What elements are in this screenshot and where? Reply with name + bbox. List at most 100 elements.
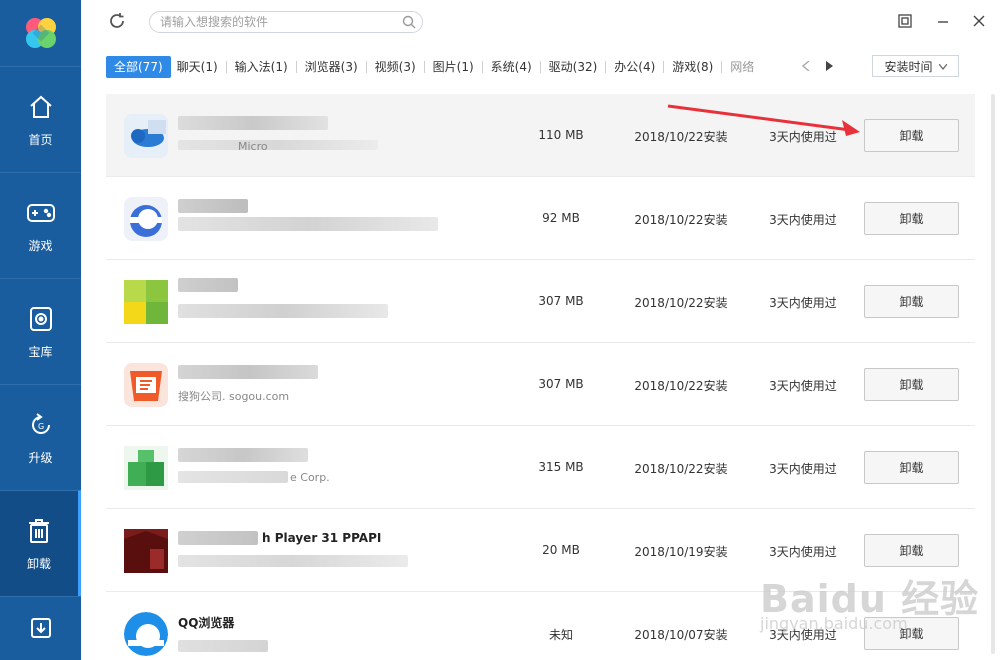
sidebar-download-button[interactable] [0, 596, 81, 660]
app-icon [124, 114, 168, 158]
sidebar-item-uninstall[interactable]: 卸载 [0, 490, 81, 596]
app-icon [124, 280, 168, 324]
list-item: 307 MB 2018/10/22安装 3天内使用过 卸载 [106, 260, 975, 343]
tab-driver[interactable]: 驱动(32) [543, 56, 604, 78]
download-icon [29, 616, 53, 643]
app-size: 307 MB [538, 377, 584, 391]
app-icon [124, 612, 168, 656]
list-item: 搜狗公司. sogou.com 307 MB 2018/10/22安装 3天内使… [106, 343, 975, 426]
sidebar-item-label: 首页 [28, 133, 53, 147]
app-size: 92 MB [542, 211, 580, 225]
tab-divider [481, 61, 483, 73]
tab-divider [605, 61, 607, 73]
app-name-redacted [178, 278, 238, 292]
tab-divider [365, 61, 367, 73]
annotation-arrow [667, 104, 860, 136]
tab-image[interactable]: 图片(1) [427, 56, 480, 78]
app-icon [124, 197, 168, 241]
list-item: e Corp. 315 MB 2018/10/22安装 3天内使用过 卸载 [106, 426, 975, 509]
app-size: 315 MB [538, 460, 584, 474]
sidebar-item-label: 卸载 [26, 557, 51, 571]
tab-chat[interactable]: 聊天(1) [171, 56, 224, 78]
uninstall-button[interactable]: 卸载 [864, 368, 959, 401]
list-scrollbar[interactable] [990, 94, 996, 654]
app-publisher-redacted [178, 140, 378, 150]
uninstall-button[interactable]: 卸载 [864, 451, 959, 484]
app-name: QQ浏览器 [178, 616, 235, 630]
sidebar-item-label: 升级 [28, 451, 53, 465]
minimize-button[interactable] [933, 12, 953, 32]
restore-icon [898, 13, 912, 31]
trash-icon [23, 515, 55, 547]
search-box [149, 11, 423, 33]
install-date: 2018/10/07安装 [634, 628, 728, 642]
tab-divider [539, 61, 541, 73]
app-size: 未知 [548, 628, 573, 642]
install-date: 2018/10/19安装 [634, 545, 728, 559]
home-icon [25, 91, 57, 123]
app-publisher: 搜狗公司. sogou.com [178, 390, 290, 403]
chevron-right-icon [826, 60, 834, 74]
sidebar-item-home[interactable]: 首页 [0, 66, 81, 172]
tab-network[interactable]: 网络 [724, 56, 760, 78]
tab-input-method[interactable]: 输入法(1) [229, 56, 294, 78]
disc-icon [25, 303, 57, 335]
app-name-redacted [178, 448, 308, 462]
app-size: 20 MB [542, 543, 580, 557]
minimize-icon [936, 14, 950, 31]
sidebar-item-games[interactable]: 游戏 [0, 172, 81, 278]
category-tabs: 全部(77) 聊天(1) 输入法(1) 浏览器(3) 视频(3) 图片(1) 系… [106, 55, 760, 79]
tab-divider [721, 61, 723, 73]
app-publisher: Micro [238, 140, 268, 153]
install-date: 2018/10/22安装 [634, 213, 728, 227]
sidebar-item-upgrade[interactable]: G 升级 [0, 384, 81, 490]
search-icon[interactable] [402, 15, 416, 29]
tab-divider [295, 61, 297, 73]
app-name-redacted [178, 365, 318, 379]
list-item: 92 MB 2018/10/22安装 3天内使用过 卸载 [106, 177, 975, 260]
sort-dropdown[interactable]: 安装时间 [872, 55, 959, 77]
app-icon [124, 529, 168, 573]
uninstall-button[interactable]: 卸载 [864, 202, 959, 235]
sidebar-item-treasury[interactable]: 宝库 [0, 278, 81, 384]
tab-all[interactable]: 全部(77) [106, 56, 171, 78]
tab-games[interactable]: 游戏(8) [666, 56, 719, 78]
last-used: 3天内使用过 [769, 379, 837, 393]
app-name: h Player 31 PPAPI [262, 531, 382, 545]
app-size: 110 MB [538, 128, 584, 142]
tab-browser[interactable]: 浏览器(3) [299, 56, 364, 78]
sort-selected-label: 安装时间 [884, 59, 933, 74]
install-date: 2018/10/22安装 [634, 462, 728, 476]
sidebar-item-label: 游戏 [28, 239, 53, 253]
app-publisher: e Corp. [290, 471, 330, 484]
tabs-prev-button[interactable] [798, 57, 814, 77]
tab-system[interactable]: 系统(4) [485, 56, 538, 78]
close-button[interactable] [969, 12, 989, 32]
refresh-icon [108, 12, 126, 33]
uninstall-button[interactable]: 卸载 [864, 285, 959, 318]
install-date: 2018/10/22安装 [634, 296, 728, 310]
refresh-button[interactable] [107, 12, 127, 32]
tabs-next-button[interactable] [822, 57, 838, 77]
restore-window-button[interactable] [895, 12, 915, 32]
install-date: 2018/10/22安装 [634, 379, 728, 393]
app-logo [0, 0, 81, 66]
last-used: 3天内使用过 [769, 296, 837, 310]
app-icon [124, 446, 168, 490]
close-icon [972, 14, 986, 31]
app-publisher-redacted [178, 640, 268, 652]
search-input[interactable] [160, 12, 400, 32]
watermark: Baidu 经验 jingyan.baidu.com [760, 548, 980, 648]
tab-video[interactable]: 视频(3) [369, 56, 422, 78]
tab-office[interactable]: 办公(4) [608, 56, 661, 78]
app-size: 307 MB [538, 294, 584, 308]
chevron-left-icon [801, 60, 810, 74]
watermark-subtext: jingyan.baidu.com [760, 614, 908, 633]
svg-text:G: G [38, 422, 44, 431]
app-publisher-redacted [178, 555, 408, 567]
tab-divider [663, 61, 665, 73]
chevron-down-icon [938, 59, 947, 73]
app-name-redacted [178, 531, 258, 545]
last-used: 3天内使用过 [769, 462, 837, 476]
app-name-redacted [178, 199, 248, 213]
